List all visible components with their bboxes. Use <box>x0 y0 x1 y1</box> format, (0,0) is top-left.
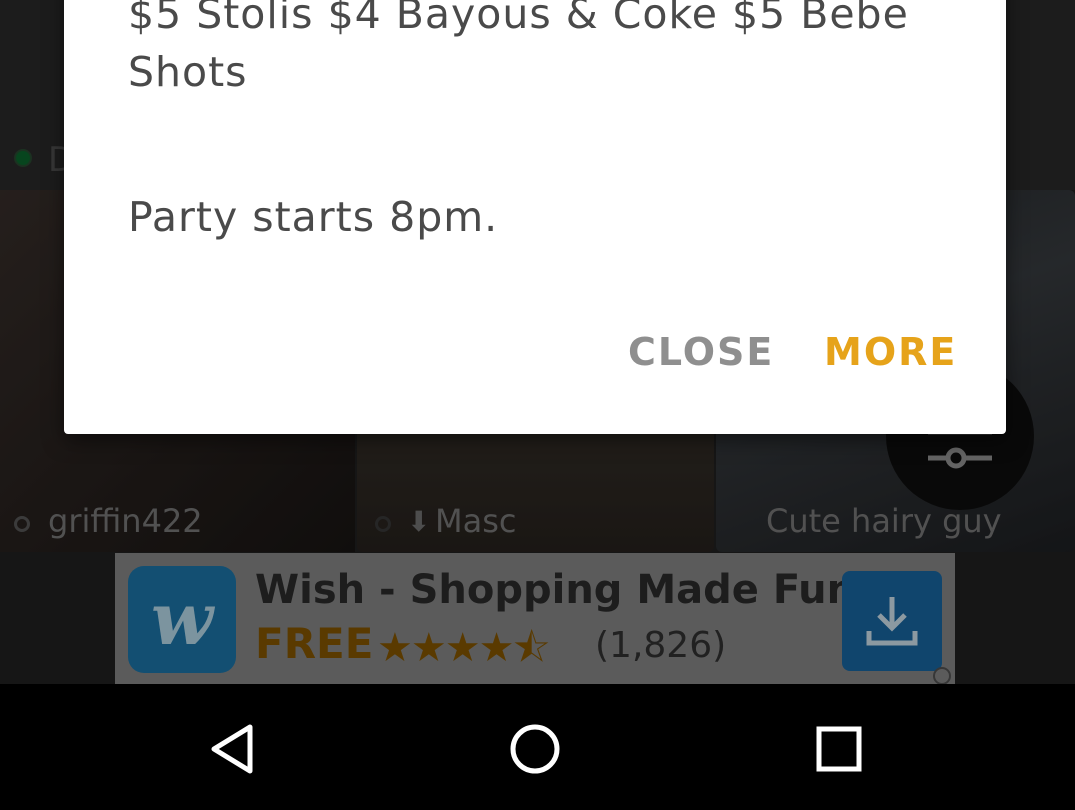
event-dialog: $5 Stolis $4 Bayous & Coke $5 Bebe Shots… <box>64 0 1006 434</box>
dialog-message-line: Party starts 8pm. <box>128 193 499 241</box>
home-circle-icon <box>510 724 560 774</box>
system-nav-bar <box>0 684 1075 810</box>
close-button[interactable]: CLOSE <box>628 330 774 374</box>
more-button[interactable]: MORE <box>824 330 957 374</box>
nav-recents-button[interactable] <box>804 714 874 784</box>
nav-back-button[interactable] <box>200 714 270 784</box>
dialog-message-line: $5 Stolis $4 Bayous & Coke $5 Bebe <box>128 0 909 38</box>
nav-home-button[interactable] <box>500 714 570 784</box>
dialog-message-line: Shots <box>128 48 248 96</box>
recents-square-icon <box>816 726 862 772</box>
back-triangle-icon <box>211 724 253 774</box>
